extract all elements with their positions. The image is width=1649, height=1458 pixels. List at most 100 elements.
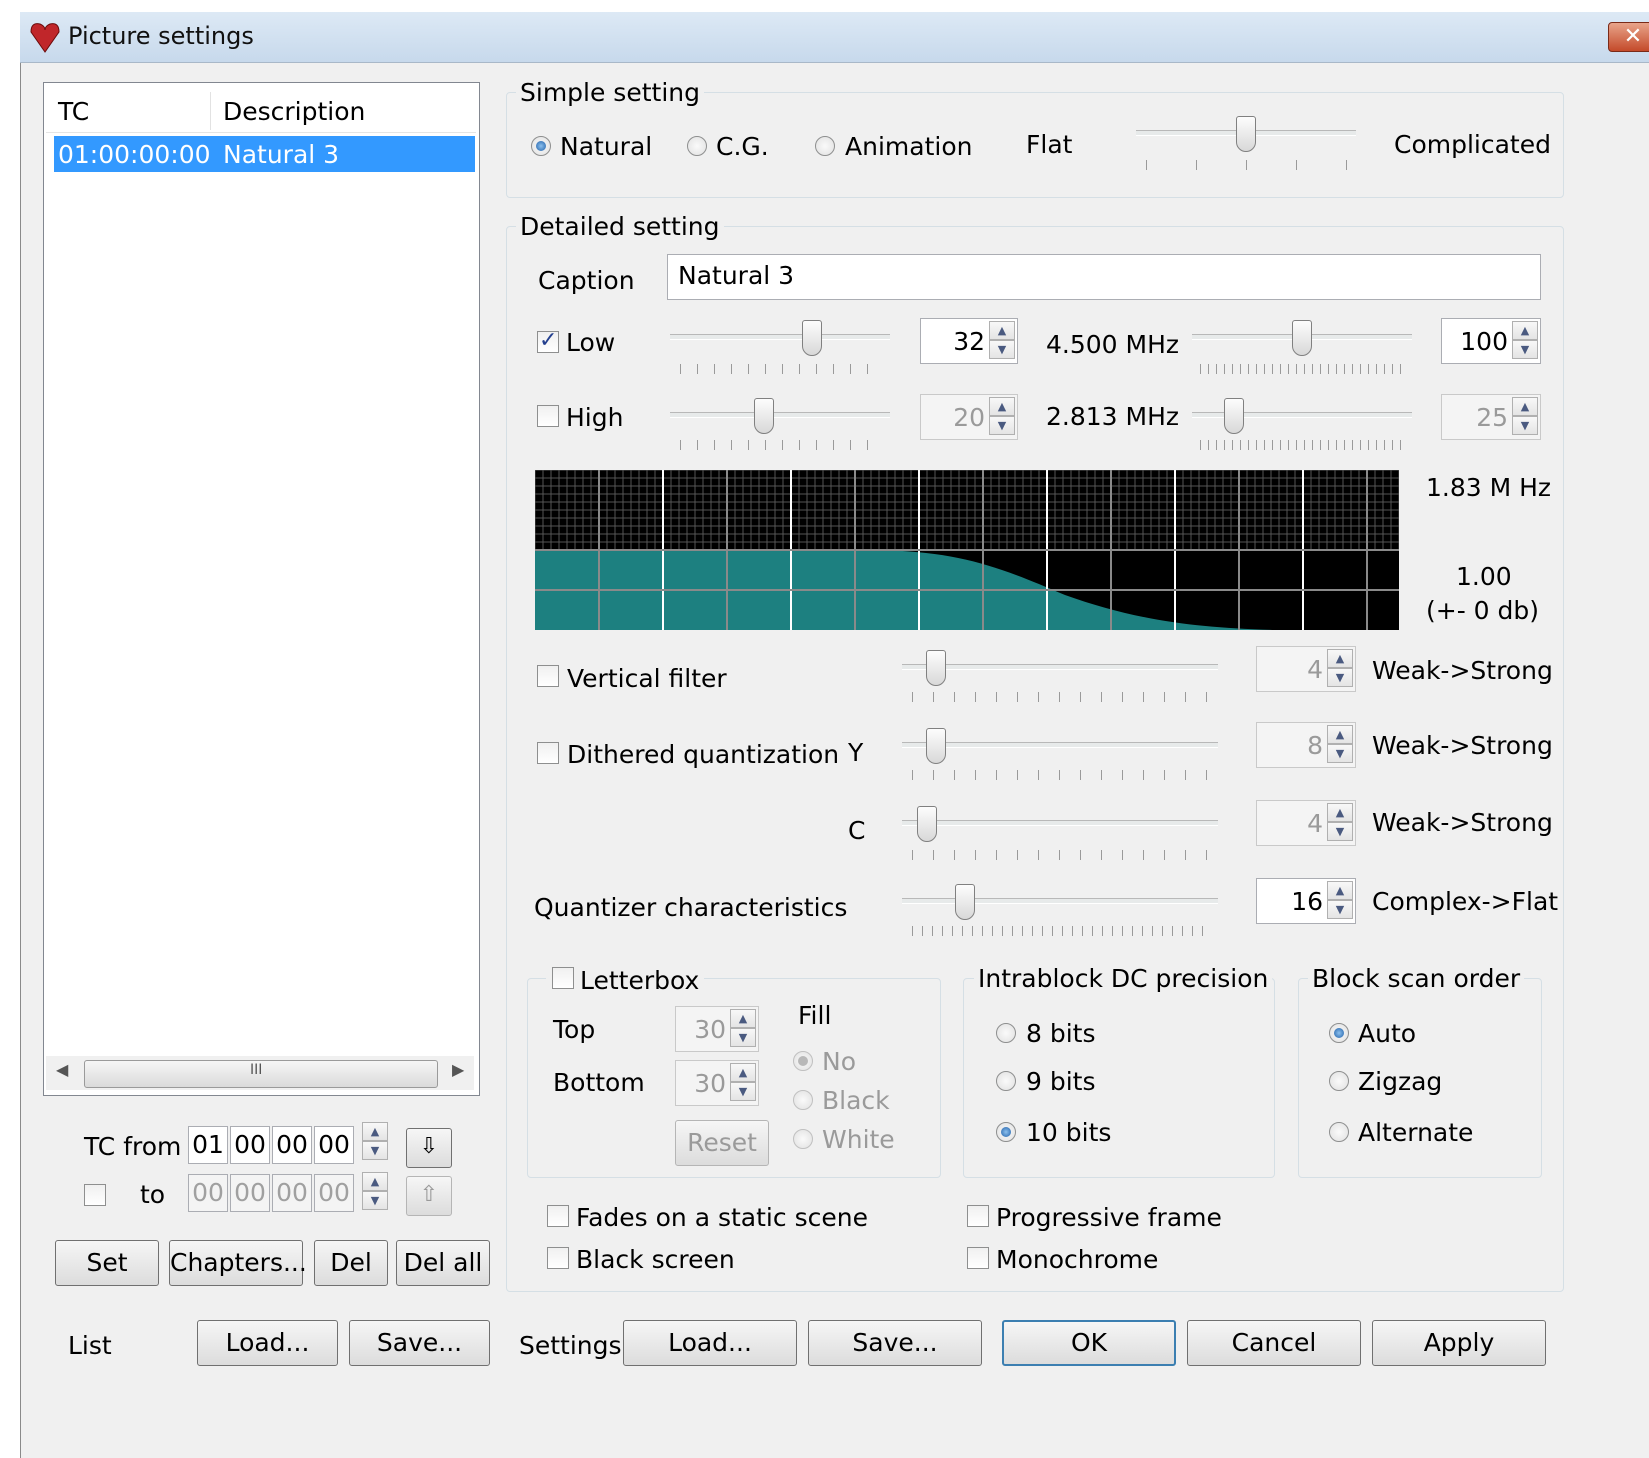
c-slider-thumb[interactable] <box>916 806 937 842</box>
vertical-filter-slider-track[interactable] <box>902 664 1218 670</box>
scan-alternate-label[interactable]: Alternate <box>1358 1118 1473 1147</box>
c-spinbox[interactable]: 4 ▲ ▼ <box>1256 800 1356 846</box>
scan-zigzag-label[interactable]: Zigzag <box>1358 1067 1442 1096</box>
low-slider-track[interactable] <box>670 334 890 340</box>
intrablock-9bits-radio[interactable] <box>996 1071 1016 1091</box>
y-slider-thumb[interactable] <box>925 728 946 764</box>
y-slider-track[interactable] <box>902 742 1218 748</box>
low-slider2-thumb[interactable] <box>1292 320 1312 356</box>
dithered-quantization-label[interactable]: Dithered quantization <box>567 740 839 769</box>
vertical-filter-spinbox[interactable]: 4 ▲ ▼ <box>1256 646 1356 692</box>
letterbox-checkbox[interactable] <box>552 967 574 989</box>
fades-label[interactable]: Fades on a static scene <box>576 1203 868 1232</box>
vertical-filter-spinner[interactable]: ▲ ▼ <box>1327 649 1353 689</box>
intrablock-10bits-label[interactable]: 10 bits <box>1026 1118 1111 1147</box>
radio-animation-label[interactable]: Animation <box>845 132 972 161</box>
tc-to-seconds[interactable]: 00 <box>272 1174 312 1212</box>
radio-cg-label[interactable]: C.G. <box>716 132 769 161</box>
tc-to-minutes[interactable]: 00 <box>230 1174 270 1212</box>
low-value-spinner[interactable]: ▲ ▼ <box>989 321 1015 361</box>
fades-checkbox[interactable] <box>547 1205 569 1227</box>
scan-zigzag-radio[interactable] <box>1329 1071 1349 1091</box>
low-value-spinbox[interactable]: 32 ▲ ▼ <box>920 318 1018 364</box>
fill-black-radio[interactable] <box>793 1090 813 1110</box>
letterbox-top-spinbox[interactable]: 30 ▲ ▼ <box>675 1006 759 1052</box>
c-slider-track[interactable] <box>902 820 1218 826</box>
y-spinner[interactable]: ▲ ▼ <box>1327 725 1353 765</box>
tc-to-frames[interactable]: 00 <box>314 1174 354 1212</box>
fill-no-label[interactable]: No <box>822 1047 856 1076</box>
close-button[interactable]: ✕ <box>1608 22 1649 52</box>
vertical-filter-label[interactable]: Vertical filter <box>567 664 727 693</box>
low-value2-spinbox[interactable]: 100 ▲ ▼ <box>1441 318 1541 364</box>
tc-from-frames[interactable]: 00 <box>314 1126 354 1164</box>
radio-natural[interactable] <box>531 136 551 156</box>
scan-alternate-radio[interactable] <box>1329 1122 1349 1142</box>
dithered-quantization-checkbox[interactable] <box>537 742 559 764</box>
settings-load-button[interactable]: Load... <box>623 1320 797 1366</box>
monochrome-checkbox[interactable] <box>967 1247 989 1269</box>
low-value2-spinner[interactable]: ▲ ▼ <box>1512 321 1538 361</box>
tc-to-spinner[interactable]: ▲ ▼ <box>362 1172 388 1216</box>
tc-from-hours[interactable]: 01 <box>188 1126 228 1164</box>
intrablock-8bits-label[interactable]: 8 bits <box>1026 1019 1096 1048</box>
simple-slider-thumb[interactable] <box>1236 116 1256 152</box>
high-slider-thumb[interactable] <box>754 398 774 434</box>
apply-button[interactable]: Apply <box>1372 1320 1546 1366</box>
quantizer-spinner[interactable]: ▲ ▼ <box>1327 881 1353 921</box>
scan-auto-radio[interactable] <box>1329 1023 1349 1043</box>
del-all-button[interactable]: Del all <box>396 1240 490 1286</box>
high-label[interactable]: High <box>566 403 623 432</box>
c-spinner[interactable]: ▲ ▼ <box>1327 803 1353 843</box>
tc-down-arrow-button[interactable]: ⇩ <box>406 1128 452 1168</box>
intrablock-10bits-radio[interactable] <box>996 1122 1016 1142</box>
black-screen-label[interactable]: Black screen <box>576 1245 735 1274</box>
radio-natural-label[interactable]: Natural <box>560 132 652 161</box>
ok-button[interactable]: OK <box>1002 1320 1176 1366</box>
cancel-button[interactable]: Cancel <box>1187 1320 1361 1366</box>
high-value2-spinner[interactable]: ▲ ▼ <box>1512 397 1538 437</box>
letterbox-bottom-spinner[interactable]: ▲ ▼ <box>730 1063 756 1103</box>
tc-from-spinner[interactable]: ▲ ▼ <box>362 1122 388 1166</box>
list-save-button[interactable]: Save... <box>349 1320 490 1366</box>
vertical-filter-slider-thumb[interactable] <box>925 650 946 686</box>
fill-white-radio[interactable] <box>793 1129 813 1149</box>
y-spinbox[interactable]: 8 ▲ ▼ <box>1256 722 1356 768</box>
fill-black-label[interactable]: Black <box>822 1086 890 1115</box>
quantizer-spinbox[interactable]: 16 ▲ ▼ <box>1256 878 1356 924</box>
fill-no-radio[interactable] <box>793 1051 813 1071</box>
radio-animation[interactable] <box>815 136 835 156</box>
quantizer-slider-track[interactable] <box>902 898 1218 904</box>
low-checkbox[interactable] <box>537 328 559 353</box>
low-label[interactable]: Low <box>566 328 615 357</box>
timecode-list[interactable] <box>43 82 480 1096</box>
chapters-button[interactable]: Chapters... <box>169 1240 307 1286</box>
progressive-frame-label[interactable]: Progressive frame <box>996 1203 1222 1232</box>
progressive-frame-checkbox[interactable] <box>967 1205 989 1227</box>
letterbox-reset-button[interactable]: Reset <box>675 1120 769 1166</box>
settings-save-button[interactable]: Save... <box>808 1320 982 1366</box>
fill-white-label[interactable]: White <box>822 1125 895 1154</box>
del-button[interactable]: Del <box>314 1240 388 1286</box>
black-screen-checkbox[interactable] <box>547 1247 569 1269</box>
low-slider-thumb[interactable] <box>802 320 822 356</box>
scan-auto-label[interactable]: Auto <box>1358 1019 1416 1048</box>
high-value2-spinbox[interactable]: 25 ▲ ▼ <box>1441 394 1541 440</box>
list-load-button[interactable]: Load... <box>197 1320 338 1366</box>
high-slider-track[interactable] <box>670 412 890 418</box>
tc-from-minutes[interactable]: 00 <box>230 1126 270 1164</box>
high-slider2-thumb[interactable] <box>1224 398 1244 434</box>
letterbox-top-spinner[interactable]: ▲ ▼ <box>730 1009 756 1049</box>
radio-cg[interactable] <box>687 136 707 156</box>
intrablock-9bits-label[interactable]: 9 bits <box>1026 1067 1096 1096</box>
column-header-description[interactable]: Description <box>223 97 365 126</box>
quantizer-slider-thumb[interactable] <box>955 884 976 920</box>
tc-to-hours[interactable]: 00 <box>188 1174 228 1212</box>
scroll-right-icon[interactable]: ▶ <box>452 1060 464 1079</box>
vertical-filter-checkbox[interactable] <box>537 665 559 687</box>
monochrome-label[interactable]: Monochrome <box>996 1245 1158 1274</box>
letterbox-label[interactable]: Letterbox <box>580 966 699 995</box>
high-value-spinner[interactable]: ▲ ▼ <box>989 397 1015 437</box>
tc-from-seconds[interactable]: 00 <box>272 1126 312 1164</box>
caption-input[interactable]: Natural 3 <box>667 254 1541 300</box>
